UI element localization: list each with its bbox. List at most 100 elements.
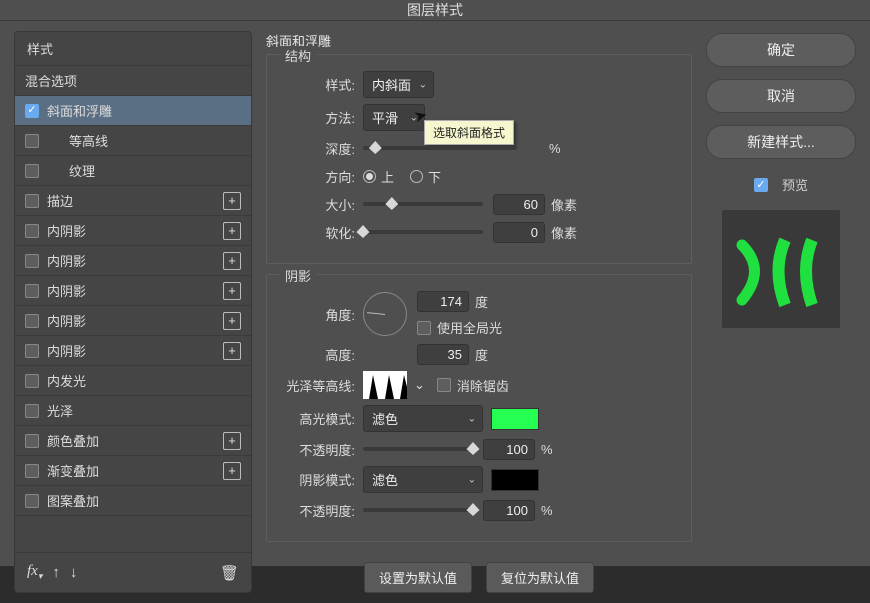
effect-row-ishadow2[interactable]: 内阴影+ bbox=[15, 246, 251, 275]
highlight-opacity-slider[interactable] bbox=[363, 447, 473, 451]
effect-label: 内阴影 bbox=[47, 311, 86, 330]
set-default-button[interactable]: 设置为默认值 bbox=[364, 562, 472, 593]
angle-unit: 度 bbox=[475, 292, 488, 311]
shadow-opacity-label: 不透明度: bbox=[281, 501, 355, 520]
effect-checkbox[interactable] bbox=[25, 404, 39, 418]
shadow-mode-select[interactable]: 滤色 ⌄ bbox=[363, 466, 483, 493]
preview-label: 预览 bbox=[782, 175, 808, 194]
add-effect-icon[interactable]: + bbox=[223, 192, 241, 210]
technique-label: 方法: bbox=[281, 108, 355, 127]
add-effect-icon[interactable]: + bbox=[223, 252, 241, 270]
effect-checkbox[interactable] bbox=[25, 194, 39, 208]
soften-input[interactable]: 0 bbox=[493, 222, 545, 243]
effect-checkbox[interactable] bbox=[25, 374, 39, 388]
down-arrow-icon[interactable]: ↓ bbox=[70, 564, 78, 581]
gloss-contour-picker[interactable] bbox=[363, 371, 407, 399]
effect-row-texture[interactable]: 纹理 bbox=[15, 156, 251, 185]
effect-row-goverlay[interactable]: 渐变叠加+ bbox=[15, 456, 251, 485]
ok-button[interactable]: 确定 bbox=[706, 33, 856, 67]
size-unit: 像素 bbox=[551, 195, 577, 214]
new-style-button[interactable]: 新建样式... bbox=[706, 125, 856, 159]
altitude-label: 高度: bbox=[281, 345, 355, 364]
effect-checkbox[interactable] bbox=[25, 134, 39, 148]
direction-up-label: 上 bbox=[381, 167, 394, 186]
effect-row-ishadow4[interactable]: 内阴影 + bbox=[15, 306, 251, 335]
effect-checkbox[interactable] bbox=[25, 284, 39, 298]
effect-row-stroke[interactable]: 描边+ bbox=[15, 186, 251, 215]
depth-slider[interactable] bbox=[363, 146, 517, 150]
highlight-opacity-label: 不透明度: bbox=[281, 440, 355, 459]
angle-label: 角度: bbox=[281, 305, 355, 324]
percent-unit: % bbox=[541, 442, 553, 457]
add-effect-icon[interactable]: + bbox=[223, 342, 241, 360]
size-label: 大小: bbox=[281, 195, 355, 214]
angle-dial[interactable] bbox=[363, 292, 407, 336]
shadow-color-swatch[interactable] bbox=[491, 469, 539, 491]
chevron-down-icon: ⌄ bbox=[419, 79, 427, 90]
anti-alias-label: 消除锯齿 bbox=[457, 376, 509, 395]
effect-row-poverlay[interactable]: 图案叠加 bbox=[15, 486, 251, 515]
effect-row-coverlay[interactable]: 颜色叠加 + bbox=[15, 426, 251, 455]
effect-checkbox[interactable] bbox=[25, 104, 39, 118]
add-effect-icon[interactable]: + bbox=[223, 312, 241, 330]
effect-row-contour[interactable]: 等高线 bbox=[15, 126, 251, 155]
effect-label: 内发光 bbox=[47, 371, 86, 390]
effect-checkbox[interactable] bbox=[25, 164, 39, 178]
preview-checkbox[interactable] bbox=[754, 178, 768, 192]
effect-checkbox[interactable] bbox=[25, 254, 39, 268]
trash-icon[interactable]: 🗑 bbox=[220, 564, 239, 582]
highlight-color-swatch[interactable] bbox=[491, 408, 539, 430]
layer-style-dialog: 图层样式 样式 混合选项 斜面和浮雕等高线纹理描边+内阴影+内阴影+内阴影+内阴… bbox=[0, 0, 870, 566]
dialog-body: 样式 混合选项 斜面和浮雕等高线纹理描边+内阴影+内阴影+内阴影+内阴影+内阴影… bbox=[0, 21, 870, 603]
highlight-mode-select[interactable]: 滤色 ⌄ bbox=[363, 405, 483, 432]
highlight-opacity-input[interactable]: 100 bbox=[483, 439, 535, 460]
dialog-title: 图层样式 bbox=[0, 0, 870, 21]
effect-label: 光泽 bbox=[47, 401, 73, 420]
shading-group-title: 阴影 bbox=[279, 266, 317, 285]
cancel-button[interactable]: 取消 bbox=[706, 79, 856, 113]
up-arrow-icon[interactable]: ↑ bbox=[52, 564, 60, 581]
size-input[interactable]: 60 bbox=[493, 194, 545, 215]
effect-row-bevel[interactable]: 斜面和浮雕 bbox=[15, 96, 251, 125]
effect-label: 内阴影 bbox=[47, 281, 86, 300]
add-effect-icon[interactable]: + bbox=[223, 462, 241, 480]
effect-row-ishadow3[interactable]: 内阴影 + bbox=[15, 276, 251, 305]
effect-checkbox[interactable] bbox=[25, 224, 39, 238]
chevron-down-icon[interactable]: ⌄ bbox=[414, 377, 425, 393]
anti-alias-checkbox[interactable] bbox=[437, 378, 451, 392]
soften-slider[interactable] bbox=[363, 230, 483, 234]
direction-up-radio[interactable] bbox=[363, 170, 376, 183]
structure-group-title: 结构 bbox=[279, 46, 317, 65]
effect-checkbox[interactable] bbox=[25, 434, 39, 448]
effect-label: 内阴影 bbox=[47, 341, 86, 360]
effect-row-iglow[interactable]: 内发光 bbox=[15, 366, 251, 395]
effect-row-satin[interactable]: 光泽 bbox=[15, 396, 251, 425]
effect-row-ishadow5[interactable]: 内阴影 + bbox=[15, 336, 251, 365]
add-effect-icon[interactable]: + bbox=[223, 282, 241, 300]
add-effect-icon[interactable]: + bbox=[223, 222, 241, 240]
global-light-checkbox[interactable] bbox=[417, 321, 431, 335]
blending-options-row[interactable]: 混合选项 bbox=[15, 66, 251, 95]
altitude-input[interactable]: 35 bbox=[417, 344, 469, 365]
effect-checkbox[interactable] bbox=[25, 464, 39, 478]
direction-label: 方向: bbox=[281, 167, 355, 186]
size-slider[interactable] bbox=[363, 202, 483, 206]
depth-label: 深度: bbox=[281, 139, 355, 158]
effect-label: 颜色叠加 bbox=[47, 431, 99, 450]
effect-row-ishadow1[interactable]: 内阴影+ bbox=[15, 216, 251, 245]
shadow-opacity-slider[interactable] bbox=[363, 508, 473, 512]
angle-input[interactable]: 174 bbox=[417, 291, 469, 312]
structure-group: 结构 样式: 内斜面 ⌄ 方法: 平滑 ⌄ ➤ 选取斜面格式 bbox=[266, 54, 692, 264]
effects-header: 样式 bbox=[15, 32, 251, 65]
effect-label: 图案叠加 bbox=[47, 491, 99, 510]
style-select[interactable]: 内斜面 ⌄ bbox=[363, 71, 434, 98]
direction-down-radio[interactable] bbox=[410, 170, 423, 183]
effect-checkbox[interactable] bbox=[25, 344, 39, 358]
add-effect-icon[interactable]: + bbox=[223, 432, 241, 450]
panel-title: 斜面和浮雕 bbox=[266, 31, 692, 50]
reset-default-button[interactable]: 复位为默认值 bbox=[486, 562, 594, 593]
effect-checkbox[interactable] bbox=[25, 494, 39, 508]
shadow-opacity-input[interactable]: 100 bbox=[483, 500, 535, 521]
shadow-mode-label: 阴影模式: bbox=[281, 470, 355, 489]
effect-checkbox[interactable] bbox=[25, 314, 39, 328]
